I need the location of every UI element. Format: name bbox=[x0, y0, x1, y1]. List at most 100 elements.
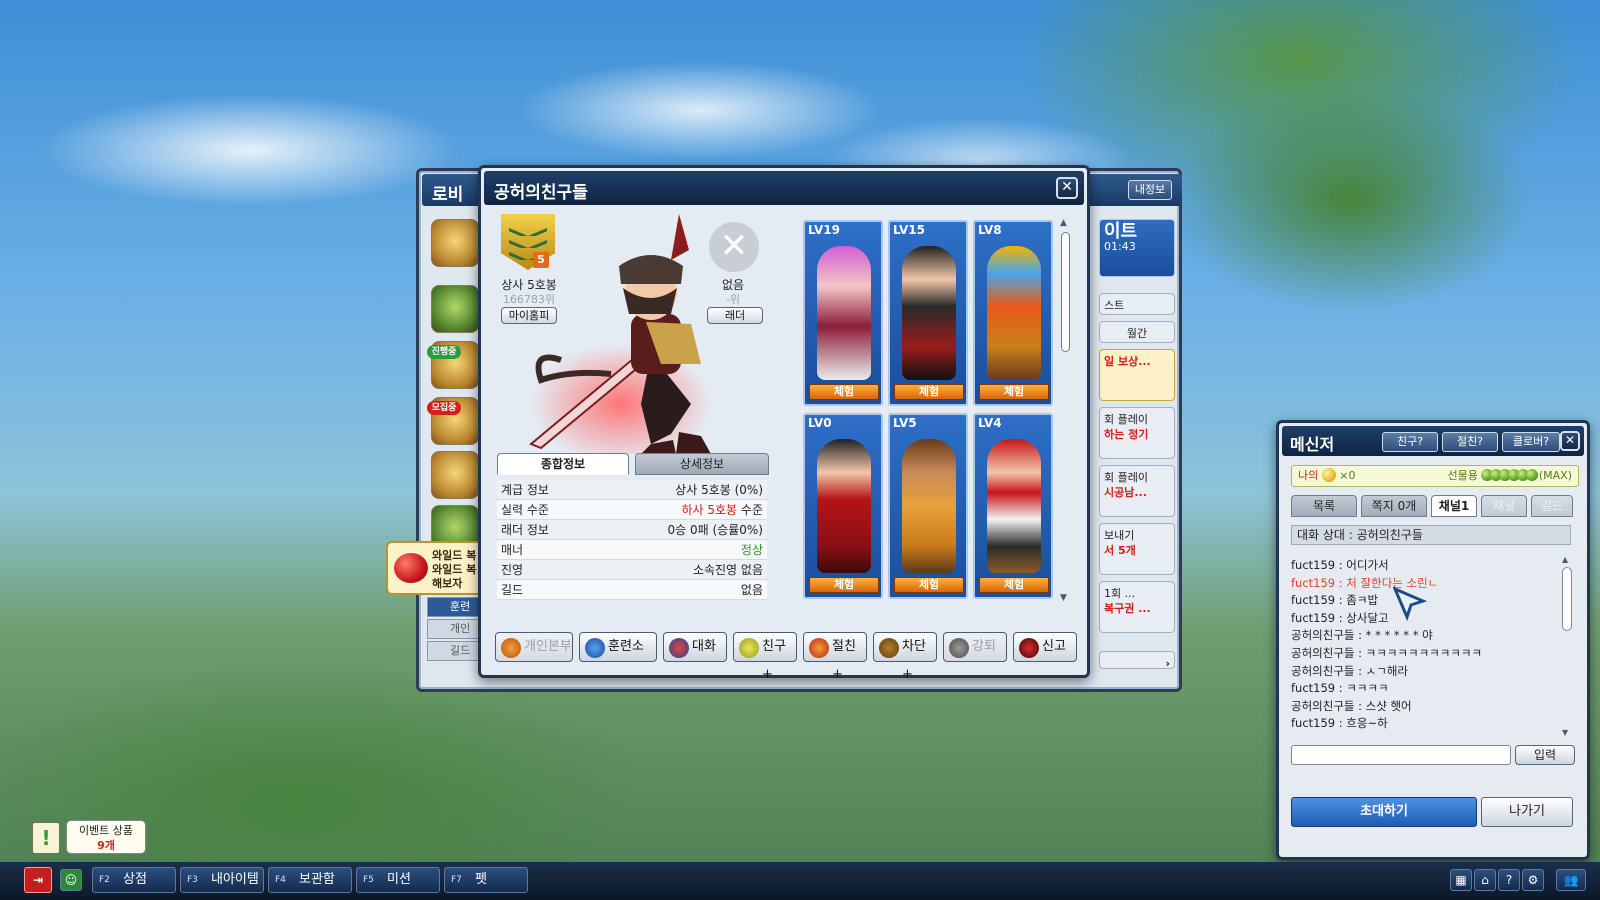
kick-button[interactable]: 강퇴 bbox=[943, 632, 1007, 662]
scroll-down-icon[interactable]: ▼ bbox=[1562, 728, 1568, 737]
add-best-friend-button[interactable]: 절친+ bbox=[803, 632, 867, 682]
try-character-button[interactable]: 체험 bbox=[809, 384, 879, 400]
chat-input[interactable] bbox=[1291, 745, 1511, 765]
event-card-timer: 01:43 bbox=[1104, 240, 1136, 253]
mission-button[interactable]: F5 미션 bbox=[356, 867, 440, 893]
messenger-close-icon[interactable]: ✕ bbox=[1560, 431, 1580, 451]
friends-icon[interactable]: 👥 bbox=[1556, 869, 1586, 891]
next-page-button[interactable]: › bbox=[1099, 651, 1175, 670]
tab-list[interactable]: 목록 bbox=[1291, 495, 1357, 517]
info-row-rank: 계급 정보 상사 5호봉 (0%) bbox=[497, 480, 767, 500]
event-notification[interactable]: ! 이벤트 상품 9개 bbox=[32, 820, 150, 862]
calendar-icon[interactable]: ▦ bbox=[1450, 869, 1472, 891]
storage-button[interactable]: F4 보관함 bbox=[268, 867, 352, 893]
scroll-up-icon[interactable]: ▲ bbox=[1562, 555, 1568, 564]
best-friend-query-button[interactable]: 절친? bbox=[1442, 432, 1498, 452]
summary-info-table: 계급 정보 상사 5호봉 (0%) 실력 수준 하사 5호봉 수준 래더 정보 … bbox=[497, 480, 767, 600]
try-character-button[interactable]: 체험 bbox=[894, 577, 964, 593]
wild-box-line-3: 해보자 bbox=[432, 577, 463, 590]
monthly-tab[interactable]: 월간 bbox=[1099, 321, 1175, 343]
try-character-button[interactable]: 체험 bbox=[894, 384, 964, 400]
mission-key: F5 bbox=[363, 875, 374, 885]
add-friend-label: 친구+ bbox=[762, 639, 786, 682]
report-button[interactable]: 신고 bbox=[1013, 632, 1077, 662]
quest-tab[interactable]: 스트 bbox=[1099, 293, 1175, 315]
mission-card-4[interactable]: 1회 ... 복구권 ... bbox=[1099, 581, 1175, 633]
training-button[interactable]: 훈련소 bbox=[579, 632, 657, 662]
info-row-skill: 실력 수준 하사 5호봉 수준 bbox=[497, 500, 767, 520]
block-label: 차단+ bbox=[902, 639, 926, 682]
chat-button[interactable]: 대화 bbox=[663, 632, 727, 662]
friend-query-button[interactable]: 친구? bbox=[1382, 432, 1438, 452]
character-scrollbar[interactable]: ▲ ▼ bbox=[1059, 218, 1071, 603]
clover-query-button[interactable]: 클로버? bbox=[1502, 432, 1560, 452]
try-character-button[interactable]: 체험 bbox=[979, 384, 1049, 400]
tab-messages[interactable]: 쪽지 0개 bbox=[1361, 495, 1427, 517]
recruiting-badge: 모집중 bbox=[427, 401, 461, 415]
scroll-thumb[interactable] bbox=[1061, 232, 1070, 352]
character-level: LV0 bbox=[808, 416, 832, 430]
character-icon[interactable]: ☺ bbox=[60, 869, 82, 891]
reward-card[interactable]: 일 보상... bbox=[1099, 349, 1175, 401]
personal-hq-button[interactable]: 개인본부 bbox=[495, 632, 573, 662]
character-card[interactable]: LV8 체험 bbox=[973, 220, 1053, 406]
mode-icon-2[interactable] bbox=[431, 285, 479, 333]
tab-guild[interactable]: 길드 bbox=[1531, 495, 1573, 517]
chat-line: fuct159 : 어디가서 bbox=[1291, 558, 1389, 572]
profile-close-icon[interactable]: ✕ bbox=[1056, 177, 1078, 199]
help-icon[interactable]: ? bbox=[1498, 869, 1520, 891]
tab-summary[interactable]: 종합정보 bbox=[497, 453, 629, 475]
lobby-title: 로비 bbox=[432, 185, 464, 205]
character-card[interactable]: LV19 체험 bbox=[803, 220, 883, 406]
pet-button[interactable]: F7 펫 bbox=[444, 867, 528, 893]
character-card[interactable]: LV0 체험 bbox=[803, 413, 883, 599]
character-card[interactable]: LV4 체험 bbox=[973, 413, 1053, 599]
profile-title-bar: 공허의친구들 ✕ bbox=[484, 171, 1084, 205]
messenger-window: 메신저 친구? 절친? 클로버? ✕ 나의 ×0 선물용 (MAX) 목록 쪽지… bbox=[1276, 420, 1590, 860]
invite-button[interactable]: 초대하기 bbox=[1291, 797, 1477, 827]
ladder-button[interactable]: 래더 bbox=[707, 307, 763, 324]
try-character-button[interactable]: 체험 bbox=[809, 577, 879, 593]
info-label: 실력 수준 bbox=[501, 503, 549, 517]
send-button[interactable]: 입력 bbox=[1515, 745, 1575, 765]
info-row-ladder: 래더 정보 0승 0패 (승률0%) bbox=[497, 520, 767, 540]
add-friend-button[interactable]: 친구+ bbox=[733, 632, 797, 682]
chat-line: 공허의친구들 : * * * * * * 야 bbox=[1291, 628, 1433, 643]
scroll-down-icon[interactable]: ▼ bbox=[1060, 593, 1067, 603]
mode-icon-1[interactable] bbox=[431, 219, 479, 267]
skill-suffix: 수준 bbox=[737, 503, 763, 517]
scroll-up-icon[interactable]: ▲ bbox=[1060, 218, 1067, 228]
event-card[interactable]: 이트 01:43 bbox=[1099, 219, 1175, 277]
chat-scrollbar[interactable]: ▲ ▼ bbox=[1561, 555, 1573, 737]
scroll-thumb[interactable] bbox=[1562, 567, 1572, 631]
training-label: 훈련소 bbox=[608, 639, 644, 654]
character-card[interactable]: LV5 체험 bbox=[888, 413, 968, 599]
character-card[interactable]: LV15 체험 bbox=[888, 220, 968, 406]
my-items-button[interactable]: F3 내아이템 bbox=[180, 867, 264, 893]
best-friend-add-icon bbox=[809, 638, 829, 658]
home-icon[interactable]: ⌂ bbox=[1474, 869, 1496, 891]
block-button[interactable]: 차단+ bbox=[873, 632, 937, 682]
mode-icon-5[interactable] bbox=[431, 451, 479, 499]
gear-icon[interactable]: ⚙ bbox=[1522, 869, 1544, 891]
block-icon bbox=[879, 638, 899, 658]
bottom-taskbar: ⇥ ☺ F2 상점 F3 내아이템 F4 보관함 F5 미션 F7 펫 ▦ ⌂ ? ⚙ 👥 bbox=[0, 862, 1600, 900]
tab-channel-1[interactable]: 채널1 bbox=[1431, 495, 1477, 517]
wild-box-tooltip[interactable]: 와일드 복 와일드 복 해보자 bbox=[386, 541, 492, 595]
try-character-button[interactable]: 체험 bbox=[979, 577, 1049, 593]
my-info-button[interactable]: 내정보 bbox=[1128, 180, 1172, 200]
leave-button[interactable]: 나가기 bbox=[1481, 797, 1573, 827]
tab-channel[interactable]: 채널 bbox=[1481, 495, 1527, 517]
exit-icon[interactable]: ⇥ bbox=[24, 867, 52, 893]
mission-card-3-line2: 서 5개 bbox=[1104, 544, 1136, 557]
tab-detail[interactable]: 상세정보 bbox=[635, 453, 769, 475]
wild-box-line-2: 와일드 복 bbox=[432, 563, 477, 576]
mission-card-1[interactable]: 회 플레이 하는 정기 bbox=[1099, 407, 1175, 459]
mission-card-2[interactable]: 회 플레이 시공남... bbox=[1099, 465, 1175, 517]
my-clover-label: 나의 bbox=[1298, 469, 1319, 482]
mission-card-3[interactable]: 보내기 서 5개 bbox=[1099, 523, 1175, 575]
my-items-key: F3 bbox=[187, 875, 198, 885]
messenger-title: 메신저 bbox=[1290, 435, 1335, 454]
chat-line: 공허의친구들 : ㅋㅋㅋㅋㅋㅋㅋㅋㅋㅋㅋ bbox=[1291, 645, 1483, 660]
shop-button[interactable]: F2 상점 bbox=[92, 867, 176, 893]
